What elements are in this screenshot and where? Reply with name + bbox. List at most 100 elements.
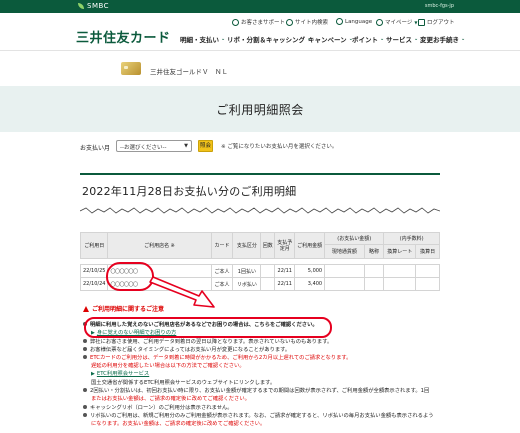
sitemap-link[interactable]: サイト内検索 <box>286 18 328 26</box>
nav-campaign[interactable]: キャンペーン ⌄ <box>308 34 353 44</box>
language-label: Language <box>345 18 373 25</box>
logout-link[interactable]: ログアウト <box>418 18 455 26</box>
page-title: ご利用明細照会 <box>216 103 304 117</box>
user-icon <box>376 18 383 26</box>
note-line: になります。お支払い金額は、ご請求の確定後に改めてご確認ください。 <box>91 419 265 427</box>
row-date: 22/10/25 <box>79 264 109 278</box>
col-date: ご利用日 <box>79 232 109 259</box>
row-installments <box>260 264 276 278</box>
nav-campaign-label: キャンペーン <box>308 36 347 44</box>
note-line: 国土交通省が関係するETC利用照会サービスのウェブサイトにリンクします。 <box>91 378 275 386</box>
notes-title: ご利用明細に関するご注意 <box>92 306 165 313</box>
card-image <box>121 62 141 75</box>
support-label: お客さまサポート <box>241 20 286 26</box>
etc-service-link-text[interactable]: ETC利用照会サービス <box>97 371 149 377</box>
note-text: になります。お支払い金額は、ご請求の確定後に改めてご確認ください。 <box>91 421 266 427</box>
note-line: お客様伝票など届くタイミングによってはお支払い月が変更になることがあります。 <box>83 345 290 353</box>
mypage-label: マイページ <box>385 20 413 26</box>
smbc-brand[interactable]: SMBC <box>78 2 109 10</box>
chevron-down-icon: ⌄ <box>461 36 466 42</box>
row-pay-month: 22/11 <box>274 277 296 291</box>
table-header-row: ご利用日 ご利用店名 ※ カード 支払区分 回数 支払予定月 ご利用金額 (お支… <box>79 232 440 259</box>
note-line: キャッシングリボ（ローン）のご利用分は表示されません。 <box>83 403 233 411</box>
nav-revolving-label: リボ・分割＆キャッシング <box>227 36 305 44</box>
note-line: 遅延の利用分を確認したい場合は以下の方法でご確認ください。 <box>91 361 245 369</box>
store-highlight <box>106 262 154 291</box>
globe-icon <box>336 18 343 25</box>
bullet-icon <box>83 339 87 343</box>
chevron-down-icon: ⌄ <box>380 36 385 42</box>
bullet-icon <box>83 355 87 359</box>
bullet-icon <box>83 405 87 409</box>
month-note: ※ ご覧になりたいお支払い月を選択ください。 <box>221 144 338 150</box>
row-rate <box>383 277 417 291</box>
note-text: またはお支払い金額は、ご請求の確定後に改めてご確認ください。 <box>91 396 250 402</box>
nav-points-label: ポイント <box>352 36 378 44</box>
col-rate: 換算レート <box>383 244 417 259</box>
language-link[interactable]: Language <box>336 18 372 25</box>
row-pay-type: 1回払い <box>232 264 262 278</box>
row-card: ご本人 <box>210 264 234 278</box>
nav-statement[interactable]: 明細・支払い ⌄ <box>180 34 225 44</box>
bullet-icon <box>83 388 87 392</box>
sitemap-label: サイト内検索 <box>295 20 329 26</box>
site-header: 三井住友カード お客さまサポート サイト内検索 Language マイページ ▼ … <box>0 13 520 51</box>
logout-label: ログアウト <box>427 20 455 26</box>
month-select[interactable]: --お選びください-- ▼ <box>116 140 192 152</box>
support-link[interactable]: お客さまサポート <box>232 18 285 26</box>
col-pay-month: 支払予定月 <box>274 232 296 259</box>
bullet-icon <box>83 347 87 351</box>
page-hero: ご利用明細照会 <box>0 86 520 132</box>
row-abbrev <box>363 264 385 278</box>
nav-revolving[interactable]: リボ・分割＆キャッシング ⌄ <box>227 34 311 44</box>
note-line: 2回払い・分割払いは、初回お支払い時に限り、お支払い金額が確定するまでの期間は回… <box>83 386 429 394</box>
bullet-icon <box>83 413 87 417</box>
row-conv-date <box>415 264 440 278</box>
note-line: ETCカードのご利用分は、データ到着に時間がかかるため、ご利用から2カ月以上遅れ… <box>83 353 351 361</box>
col-pay-type: 支払区分 <box>232 232 262 259</box>
notes-heading: ご利用明細に関するご注意 <box>83 304 164 313</box>
nav-procedures[interactable]: 変更お手続き ⌄ <box>420 34 465 44</box>
col-abbrev: 略称 <box>363 244 385 259</box>
etc-service-link[interactable]: ▶ ETC利用照会サービス <box>91 369 149 377</box>
card-name: 三井住友ゴールドＶ ＮＬ <box>150 68 228 76</box>
ext-link[interactable]: smbc-fgs-jp <box>425 3 454 9</box>
col-local-group: (内手数料) <box>383 232 440 245</box>
row-abbrev <box>363 277 385 291</box>
inquiry-button[interactable]: 照会 <box>198 140 213 152</box>
row-card: ご本人 <box>210 277 234 291</box>
nav-statement-label: 明細・支払い <box>180 36 219 44</box>
warning-icon <box>83 306 89 312</box>
section-divider <box>80 173 440 175</box>
col-amount: ご利用金額 <box>294 232 326 259</box>
tear-line <box>80 207 440 214</box>
mypage-link[interactable]: マイページ ▼ <box>376 18 417 26</box>
row-local-currency <box>324 264 365 278</box>
col-card: カード <box>210 232 234 259</box>
chevron-down-icon: ▼ <box>184 143 188 149</box>
note-highlight <box>84 317 332 338</box>
row-conv-date <box>415 277 440 291</box>
row-local-currency <box>324 277 365 291</box>
row-date: 22/10/24 <box>79 277 109 291</box>
card-row <box>0 52 520 86</box>
chevron-down-icon: ⌄ <box>221 36 226 42</box>
row-amount: 3,400 <box>294 277 326 291</box>
nav-points[interactable]: ポイント ⌄ <box>352 34 384 44</box>
month-select-value: --お選びください-- <box>120 145 167 151</box>
chevron-down-icon: ▼ <box>414 19 418 25</box>
site-logo[interactable]: 三井住友カード <box>76 27 171 46</box>
logout-icon <box>418 18 425 26</box>
support-icon <box>232 18 239 26</box>
arrow-right-icon: ▶ <box>91 371 95 377</box>
nav-procedures-label: 変更お手続き <box>420 36 459 44</box>
nav-services[interactable]: サービス ⌄ <box>386 34 418 44</box>
note-line: リボ払いのご利用は、新規ご利用分のみご利用金額が表示されます。なお、ご請求が確定… <box>83 411 434 419</box>
leaf-icon <box>78 3 84 9</box>
row-amount: 5,000 <box>294 264 326 278</box>
nav-services-label: サービス <box>386 36 412 44</box>
search-icon <box>286 18 293 26</box>
chevron-down-icon: ⌄ <box>414 36 419 42</box>
smbc-brand-label: SMBC <box>87 2 110 10</box>
note-line: 弊社にお客さま使用、ご利用データ到着日の翌日以降となります。表示されていないもの… <box>83 337 332 345</box>
